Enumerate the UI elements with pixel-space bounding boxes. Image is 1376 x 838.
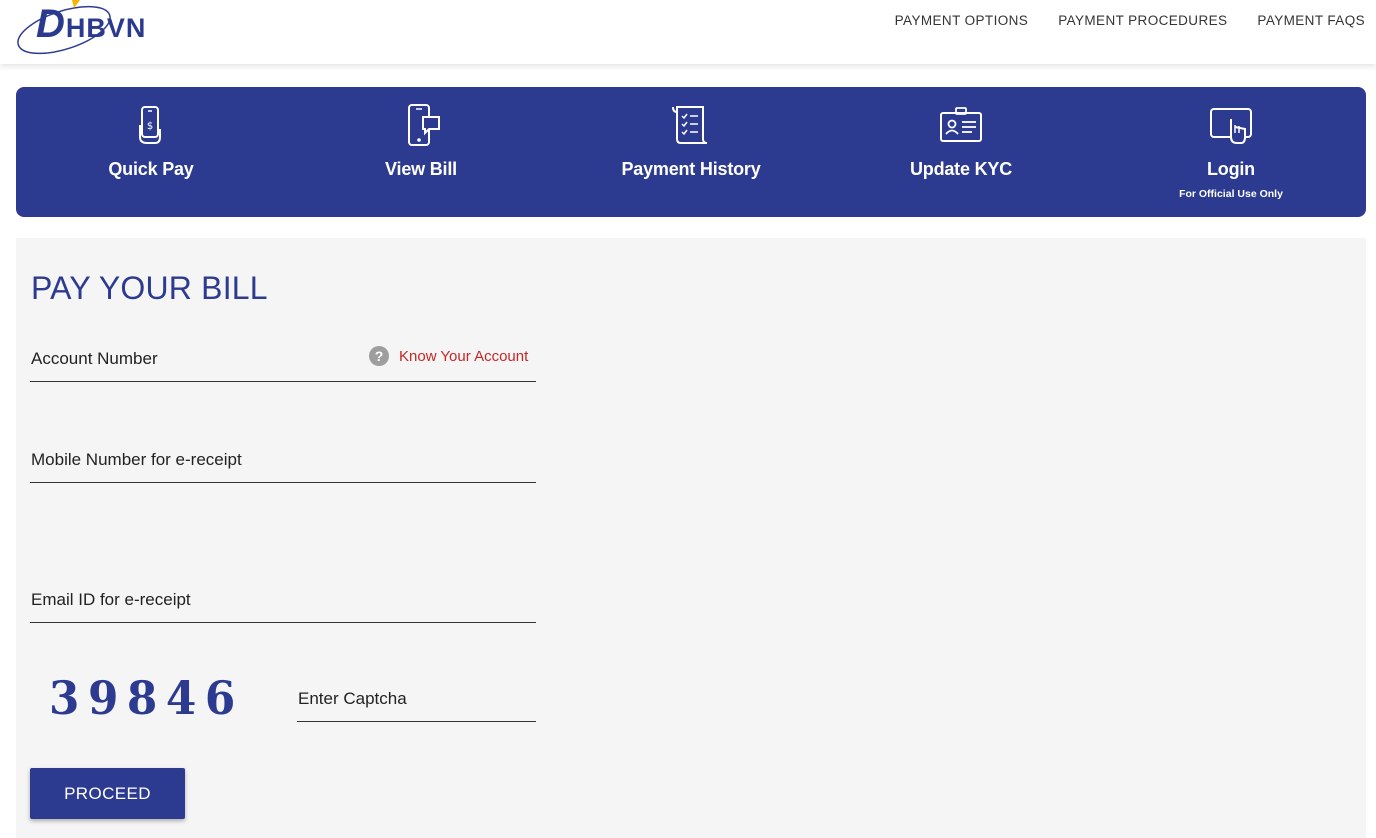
captcha-code: 39846: [49, 671, 244, 725]
action-update-kyc[interactable]: Update KYC: [826, 87, 1096, 217]
action-payment-history[interactable]: Payment History: [556, 87, 826, 217]
touch-screen-icon: [1210, 108, 1252, 144]
action-update-kyc-label: Update KYC: [909, 159, 1012, 179]
pay-bill-panel: PAY YOUR BILL ? Know Your Account 39846 …: [16, 238, 1366, 838]
top-navigation: PAYMENT OPTIONS PAYMENT PROCEDURES PAYME…: [895, 13, 1365, 28]
email-input[interactable]: [30, 577, 536, 623]
mobile-number-input[interactable]: [30, 437, 536, 483]
action-bar: $ Quick Pay View Bill Payment History Up…: [16, 87, 1366, 217]
action-view-bill-label: View Bill: [385, 159, 457, 179]
nav-payment-procedures[interactable]: PAYMENT PROCEDURES: [1058, 13, 1227, 28]
action-view-bill[interactable]: View Bill: [286, 87, 556, 217]
action-login-label: Login: [1207, 159, 1255, 179]
action-payment-history-label: Payment History: [621, 159, 761, 179]
receipt-scroll-icon: [672, 106, 708, 144]
know-your-account-link[interactable]: ? Know Your Account: [369, 346, 528, 366]
mobile-pay-icon: $: [139, 106, 161, 144]
logo-wordmark: DHBVN: [36, 2, 147, 46]
page-title: PAY YOUR BILL: [31, 270, 268, 306]
captcha-image: 39846: [49, 668, 259, 728]
nav-payment-faqs[interactable]: PAYMENT FAQS: [1257, 13, 1365, 28]
help-icon: ?: [369, 346, 389, 366]
action-login[interactable]: Login For Official Use Only: [1096, 87, 1366, 217]
id-card-icon: [940, 107, 982, 142]
action-login-sublabel: For Official Use Only: [1179, 188, 1283, 200]
captcha-input[interactable]: [297, 676, 536, 722]
nav-payment-options[interactable]: PAYMENT OPTIONS: [895, 13, 1029, 28]
action-quick-pay-label: Quick Pay: [108, 159, 194, 179]
svg-text:$: $: [147, 121, 153, 132]
action-quick-pay[interactable]: $ Quick Pay: [16, 87, 286, 217]
know-your-account-label: Know Your Account: [399, 347, 529, 365]
mobile-bill-icon: [408, 104, 440, 146]
top-header: DHBVN PAYMENT OPTIONS PAYMENT PROCEDURES…: [0, 0, 1376, 64]
proceed-button[interactable]: PROCEED: [30, 768, 185, 819]
dhbvn-logo[interactable]: DHBVN: [14, 0, 164, 60]
